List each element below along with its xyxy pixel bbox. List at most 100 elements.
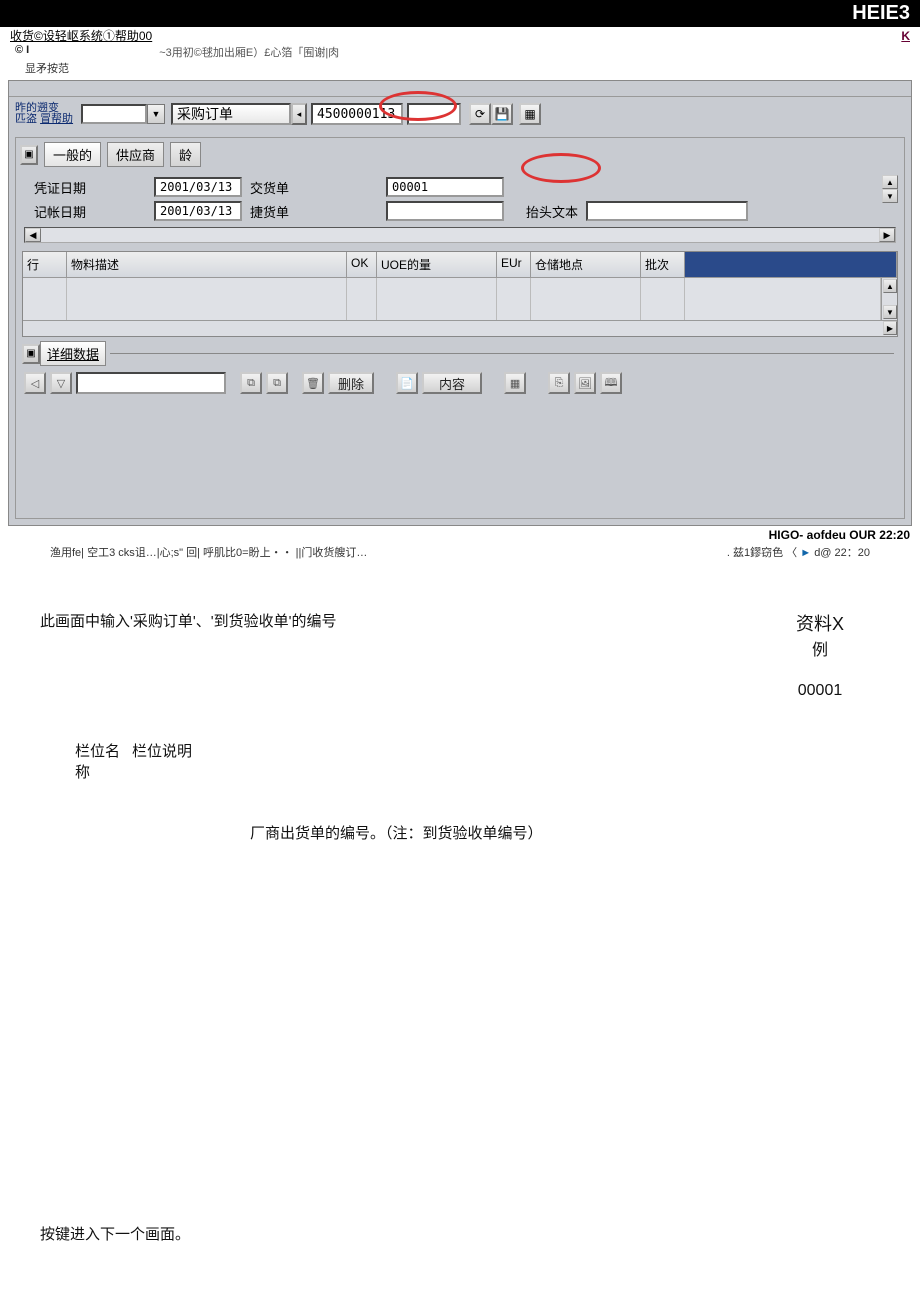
detail-line [110, 353, 894, 354]
action-res2-icon[interactable]: 🖼 [574, 372, 596, 394]
execute-icon[interactable]: ⟳ [469, 103, 491, 125]
po-item-input[interactable] [407, 103, 461, 125]
doc-type-arrow[interactable]: ◂ [291, 103, 307, 125]
detail-collapse-icon[interactable]: ▣ [22, 344, 40, 364]
menubar-k[interactable]: K [901, 29, 910, 43]
instruction-text-block: 此画面中输入'采购订单'、'到货验收单'的编号 资料X 例 00001 栏位名 … [0, 560, 920, 1284]
action-doc-icon[interactable]: 📄 [396, 372, 418, 394]
grid-hscroll[interactable]: ▶ [23, 320, 897, 336]
input-doc-date[interactable]: 2001/03/13 [154, 177, 242, 197]
grid-header: 行 物料描述 OK UOE的量 EUr 仓储地点 批次 [23, 252, 897, 278]
tab-misc[interactable]: 龄 [170, 142, 201, 167]
doc-rc-3: 00001 [760, 682, 880, 700]
input-bill-of-lading[interactable] [386, 201, 504, 221]
doc-col-header-2: 栏位说明 [132, 740, 192, 782]
tab-detail-data[interactable]: 详细数据 [40, 341, 106, 366]
col-extra[interactable] [685, 252, 897, 277]
doc-type-dropdown[interactable]: 采购订单 [171, 103, 291, 125]
input-post-date[interactable]: 2001/03/13 [154, 201, 242, 221]
type-dropdown-arrow[interactable]: ▼ [147, 104, 165, 124]
titlebar-right: HEIE3 [852, 2, 910, 24]
sap-header-strip [9, 81, 911, 97]
doc-last-line: 按键进入下一个画面。 [40, 1223, 880, 1244]
action-search-field[interactable] [76, 372, 226, 394]
label-delivery-note: 交货单 [250, 178, 306, 197]
grid-row-empty[interactable] [23, 278, 881, 320]
form-scroll-up[interactable]: ▲ [882, 175, 898, 189]
action-prev-icon[interactable]: ◁ [24, 372, 46, 394]
window-titlebar: HEIE3 [0, 0, 920, 27]
action-next-icon[interactable]: ▽ [50, 372, 72, 394]
tab-vendor-label: 供应商 [116, 148, 155, 163]
label-header-text: 抬头文本 [526, 202, 586, 221]
grid-vscroll-down[interactable]: ▼ [883, 305, 897, 319]
row-doc-date: 凭证日期 2001/03/13 交货单 00001 [24, 175, 896, 199]
action-res1-icon[interactable]: ⎘ [548, 372, 570, 394]
action-paste-icon[interactable]: ⧉ [266, 372, 288, 394]
grid-hscroll-right[interactable]: ▶ [883, 321, 897, 335]
tab-collapse-icon[interactable]: ▣ [20, 145, 38, 165]
menubar-text[interactable]: 收货©设轻岖系统①帮助00 [10, 27, 152, 44]
taskbar-right-a: . 兹1鏐窃色 〈 [727, 547, 800, 559]
left-small-text: 昨的遡变 匹盗 冒帮助 [15, 103, 81, 125]
value-post-date: 2001/03/13 [160, 204, 232, 218]
doc-type-value: 采购订单 [177, 104, 233, 124]
col-batch[interactable]: 批次 [641, 252, 685, 277]
grid-vscroll: ▲ ▼ [881, 278, 897, 320]
col-material-desc[interactable]: 物料描述 [67, 252, 347, 277]
content-button[interactable]: 内容 [422, 372, 482, 394]
tab-detail-label: 详细数据 [47, 347, 99, 362]
status-text: HIGO- aofdeu OUR 22:20 [769, 528, 910, 542]
taskbar-right: . 兹1鏐窃色 〈 ► d@ 22：20 [727, 544, 870, 560]
col-ok[interactable]: OK [347, 252, 377, 277]
taskbar-time: d@ 22：20 [814, 547, 870, 559]
po-selection-row: 昨的遡变 匹盗 冒帮助 ▼ 采购订单 ◂ 4500000113 ⟳ 💾 ▦ [9, 97, 911, 135]
grid-icon[interactable]: ▦ [519, 103, 541, 125]
col-line[interactable]: 行 [23, 252, 67, 277]
sap-blank-area [16, 398, 904, 518]
form-scroll-down[interactable]: ▼ [882, 189, 898, 203]
taskbar-left[interactable]: 渔用fe| 空工3 cks诅…|心;s" 回| 呼肌比0=盼上・・ ||门收货艘… [50, 544, 367, 560]
input-delivery-note[interactable]: 00001 [386, 177, 504, 197]
action-toolbar: ◁ ▽ ⧉ ⧉ 🗑 删除 📄 内容 ▦ ⎘ 🖼 🕮 [16, 368, 904, 398]
tabstrip: ▣ 一般的 供应商 龄 [16, 138, 904, 167]
row-post-date: 记帐日期 2001/03/13 捷货单 抬头文本 [24, 199, 896, 223]
input-header-text[interactable] [586, 201, 748, 221]
doc-col-header-1: 栏位名 称 [75, 740, 120, 782]
po-number-input[interactable]: 4500000113 [311, 103, 403, 125]
save-icon[interactable]: 💾 [491, 103, 513, 125]
os-taskbar: 渔用fe| 空工3 cks诅…|心;s" 回| 呼肌比0=盼上・・ ||门收货艘… [0, 544, 920, 560]
menubar: 收货©设轻岖系统①帮助00 K [0, 27, 920, 44]
value-doc-date: 2001/03/13 [160, 180, 232, 194]
status-bar: HIGO- aofdeu OUR 22:20 [0, 526, 920, 544]
doc-rc-1: 资料X [760, 610, 880, 636]
action-res3-icon[interactable]: 🕮 [600, 372, 622, 394]
doc-rc-2: 例 [760, 636, 880, 660]
tab-general-label: 一般的 [53, 148, 92, 163]
type-dropdown-field[interactable] [81, 104, 147, 124]
content-button-label: 内容 [439, 374, 465, 393]
value-delivery-note: 00001 [392, 180, 428, 194]
sap-window: 昨的遡变 匹盗 冒帮助 ▼ 采购订单 ◂ 4500000113 ⟳ 💾 ▦ ▣ … [8, 80, 912, 526]
doc-field-desc: 厂商出货单的编号。（注：到货验收单编号） [250, 822, 880, 843]
tab-general[interactable]: 一般的 [44, 142, 101, 167]
col-eur[interactable]: EUr [497, 252, 531, 277]
form-hscrollbar[interactable]: ◀ ▶ [24, 227, 896, 243]
header-form: ▲ ▼ 凭证日期 2001/03/13 交货单 00001 记帐日期 2001/… [22, 173, 898, 245]
hscroll-left-icon[interactable]: ◀ [25, 228, 41, 242]
doc-row-1: 此画面中输入'采购订单'、'到货验收单'的编号 资料X 例 00001 [40, 610, 880, 700]
action-copy-icon[interactable]: ⧉ [240, 372, 262, 394]
action-trash-icon[interactable]: 🗑 [302, 372, 324, 394]
col-storage-loc[interactable]: 仓储地点 [531, 252, 641, 277]
item-grid: 行 物料描述 OK UOE的量 EUr 仓储地点 批次 [22, 251, 898, 337]
grid-vscroll-up[interactable]: ▲ [883, 279, 897, 293]
action-grid-icon[interactable]: ▦ [504, 372, 526, 394]
po-number-value: 4500000113 [317, 107, 395, 122]
col-uoe-qty[interactable]: UOE的量 [377, 252, 497, 277]
form-vscroll: ▲ ▼ [882, 175, 898, 203]
delete-button[interactable]: 删除 [328, 372, 374, 394]
subbar-1: © I ~3用初©毬加出厢E）£心箔「囿谢|肉 [0, 44, 920, 60]
tab-vendor[interactable]: 供应商 [107, 142, 164, 167]
tab-misc-label: 龄 [179, 148, 192, 163]
hscroll-right-icon[interactable]: ▶ [879, 228, 895, 242]
